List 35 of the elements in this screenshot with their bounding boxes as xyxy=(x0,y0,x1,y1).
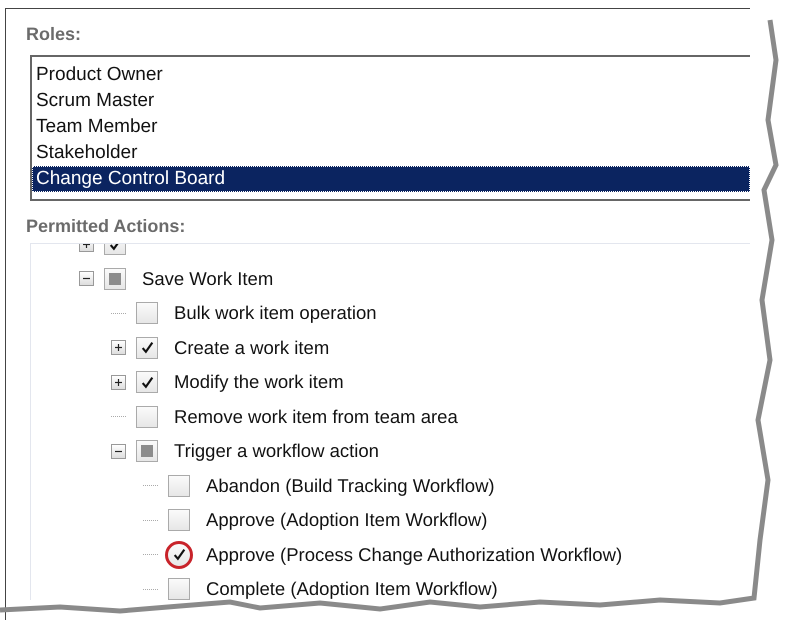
checkbox[interactable] xyxy=(136,371,158,394)
checkbox[interactable] xyxy=(104,268,126,290)
permission-label: Create a work item xyxy=(174,336,330,359)
permission-label: Save Work Item xyxy=(142,268,274,290)
checkbox[interactable] xyxy=(168,509,190,532)
role-item[interactable]: Scrum Master xyxy=(32,88,750,114)
checkbox[interactable] xyxy=(165,540,193,569)
permission-label: Abandon (Build Tracking Workflow) xyxy=(206,474,495,497)
role-item[interactable]: Team Member xyxy=(32,114,750,140)
section-label: Permitted Actions: xyxy=(26,215,186,237)
checkbox[interactable] xyxy=(136,406,158,428)
section-label: Roles: xyxy=(26,23,82,45)
permission-label: Approve (Process Change Authorization Workflow) xyxy=(206,544,622,566)
permission-label: Bulk work item operation xyxy=(174,302,377,324)
checkbox[interactable] xyxy=(136,336,158,359)
roles-listbox[interactable]: Product Owner Scrum Master Team Member Stakeholder Change Control Board xyxy=(30,55,750,201)
permission-label: Remove work item from team area xyxy=(174,406,458,428)
role-item[interactable]: Product Owner xyxy=(32,62,750,88)
expander-toggle[interactable] xyxy=(111,374,126,390)
permission-label: Approve (Adoption Item Workflow) xyxy=(206,509,488,532)
expander-toggle[interactable] xyxy=(111,340,126,356)
role-item[interactable]: Stakeholder xyxy=(32,140,750,166)
role-item[interactable]: Change Control Board xyxy=(32,166,750,192)
checkbox[interactable] xyxy=(136,440,158,462)
expander-toggle[interactable] xyxy=(111,444,126,459)
expander-toggle[interactable] xyxy=(79,271,94,286)
checkmark-icon xyxy=(140,340,154,356)
permission-label: Trigger a workflow action xyxy=(174,440,379,462)
permission-label: Complete (Adoption Item Workflow) xyxy=(206,578,498,600)
permission-label: Modify the work item xyxy=(174,371,344,394)
checkmark-icon xyxy=(140,374,154,390)
checkbox[interactable] xyxy=(168,474,190,497)
checkbox[interactable] xyxy=(168,578,190,600)
checkmark-icon xyxy=(172,547,186,562)
checkbox[interactable] xyxy=(136,302,158,324)
